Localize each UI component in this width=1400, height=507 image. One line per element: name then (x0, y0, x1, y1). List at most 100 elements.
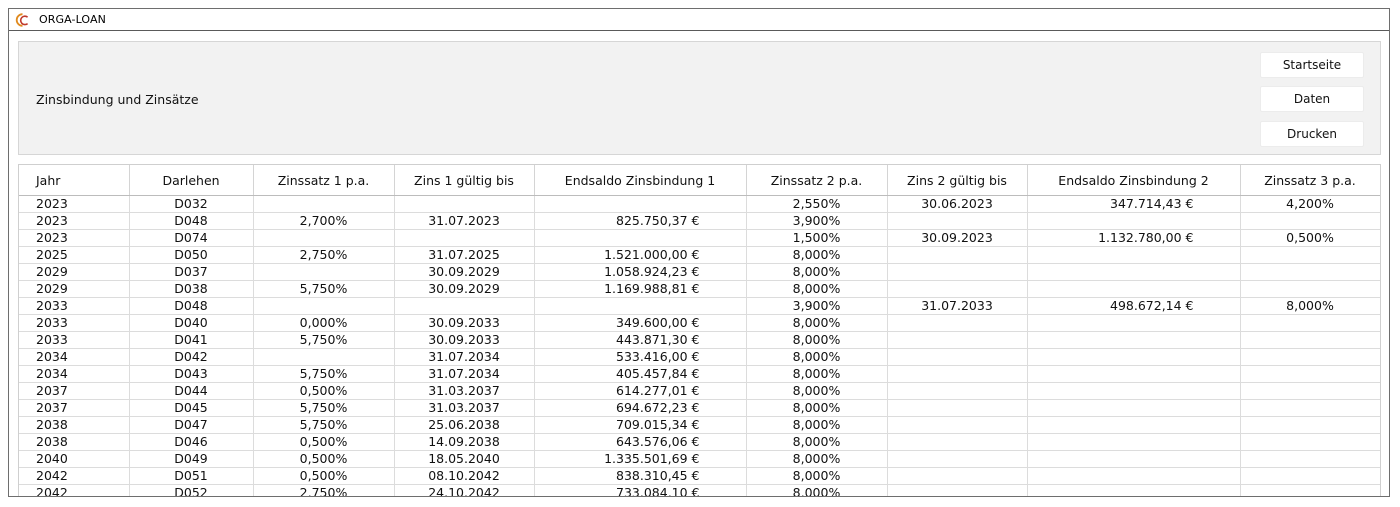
cell-zinssatz-3 (1240, 484, 1380, 496)
cell-zinssatz-3 (1240, 212, 1380, 230)
cell-endsaldo-zinsbindung-1: 643.576,06 € (534, 433, 747, 451)
table-row[interactable]: 2023 D074 1,500% 30.09.2023 1.132.780,00 €0,… (19, 229, 1380, 247)
cell-zins-1-gueltig-bis: 18.05.2040 (394, 450, 535, 468)
cell-zins-1-gueltig-bis (394, 229, 535, 247)
cell-endsaldo-zinsbindung-2 (1027, 467, 1241, 485)
cell-darlehen: D052 (129, 484, 254, 496)
title-bar: ORGA-LOAN (9, 9, 1389, 31)
cell-endsaldo-zinsbindung-1 (534, 229, 747, 247)
cell-endsaldo-zinsbindung-2 (1027, 365, 1241, 383)
cell-zins-2-gueltig-bis (887, 246, 1028, 264)
cell-jahr: 2038 (19, 416, 130, 434)
cell-zinssatz-1: 5,750% (253, 399, 395, 417)
column-header-zinssatz-3[interactable]: Zinssatz 3 p.a. (1240, 165, 1380, 196)
cell-zins-1-gueltig-bis: 08.10.2042 (394, 467, 535, 485)
cell-jahr: 2038 (19, 433, 130, 451)
cell-endsaldo-zinsbindung-2 (1027, 331, 1241, 349)
cell-endsaldo-zinsbindung-2 (1027, 450, 1241, 468)
cell-zins-2-gueltig-bis (887, 467, 1028, 485)
table-row[interactable]: 2034 D042 31.07.2034 533.416,00 €8,000% (19, 348, 1380, 366)
cell-darlehen: D040 (129, 314, 254, 332)
cell-zins-2-gueltig-bis (887, 484, 1028, 496)
cell-endsaldo-zinsbindung-2: 347.714,43 € (1027, 195, 1241, 213)
table-row[interactable]: 2033 D040 0,000% 30.09.2033 349.600,00 €8,00… (19, 314, 1380, 332)
table-row[interactable]: 2033 D048 3,900% 31.07.2033 498.672,14 €8,00… (19, 297, 1380, 315)
cell-jahr: 2042 (19, 467, 130, 485)
cell-zins-2-gueltig-bis (887, 382, 1028, 400)
cell-zinssatz-2: 3,900% (746, 212, 888, 230)
cell-endsaldo-zinsbindung-2: 1.132.780,00 € (1027, 229, 1241, 247)
cell-zins-2-gueltig-bis: 31.07.2033 (887, 297, 1028, 315)
table-row[interactable]: 2033 D041 5,750% 30.09.2033 443.871,30 €8,00… (19, 331, 1380, 349)
table-row[interactable]: 2038 D046 0,500% 14.09.2038 643.576,06 €8,00… (19, 433, 1380, 451)
cell-darlehen: D048 (129, 212, 254, 230)
cell-endsaldo-zinsbindung-2 (1027, 348, 1241, 366)
table-row[interactable]: 2029 D037 30.09.2029 1.058.924,23 €8,000% (19, 263, 1380, 281)
cell-zins-1-gueltig-bis: 30.09.2033 (394, 331, 535, 349)
cell-endsaldo-zinsbindung-2 (1027, 280, 1241, 298)
column-header-endsaldo-zinsbindung-2[interactable]: Endsaldo Zinsbindung 2 (1027, 165, 1241, 196)
cell-zinssatz-3 (1240, 450, 1380, 468)
cell-zins-1-gueltig-bis: 31.03.2037 (394, 382, 535, 400)
cell-jahr: 2023 (19, 212, 130, 230)
table-row[interactable]: 2037 D044 0,500% 31.03.2037 614.277,01 €8,00… (19, 382, 1380, 400)
cell-zins-1-gueltig-bis: 30.09.2029 (394, 280, 535, 298)
cell-darlehen: D045 (129, 399, 254, 417)
cell-darlehen: D044 (129, 382, 254, 400)
cell-zinssatz-1: 5,750% (253, 280, 395, 298)
cell-darlehen: D042 (129, 348, 254, 366)
cell-zinssatz-2: 8,000% (746, 399, 888, 417)
column-header-endsaldo-zinsbindung-1[interactable]: Endsaldo Zinsbindung 1 (534, 165, 747, 196)
column-header-zinssatz-2[interactable]: Zinssatz 2 p.a. (746, 165, 888, 196)
cell-zinssatz-1: 5,750% (253, 331, 395, 349)
table-row[interactable]: 2023 D048 2,700% 31.07.2023 825.750,37 €3,90… (19, 212, 1380, 230)
table-row[interactable]: 2038 D047 5,750% 25.06.2038 709.015,34 €8,00… (19, 416, 1380, 434)
cell-zinssatz-1 (253, 263, 395, 281)
cell-zinssatz-1 (253, 348, 395, 366)
cell-zinssatz-3 (1240, 433, 1380, 451)
table-row[interactable]: 2040 D049 0,500% 18.05.2040 1.335.501,69 €8,… (19, 450, 1380, 468)
cell-zins-1-gueltig-bis: 25.06.2038 (394, 416, 535, 434)
cell-zinssatz-2: 8,000% (746, 314, 888, 332)
table-row[interactable]: 2029 D038 5,750% 30.09.2029 1.169.988,81 €8,… (19, 280, 1380, 298)
cell-zins-2-gueltig-bis (887, 399, 1028, 417)
table-row[interactable]: 2034 D043 5,750% 31.07.2034 405.457,84 €8,00… (19, 365, 1380, 383)
cell-endsaldo-zinsbindung-2 (1027, 399, 1241, 417)
cell-jahr: 2042 (19, 484, 130, 496)
cell-endsaldo-zinsbindung-1: 1.169.988,81 € (534, 280, 747, 298)
daten-button[interactable]: Daten (1260, 86, 1364, 112)
cell-endsaldo-zinsbindung-1: 1.335.501,69 € (534, 450, 747, 468)
cell-jahr: 2037 (19, 399, 130, 417)
column-header-zinssatz-1[interactable]: Zinssatz 1 p.a. (253, 165, 395, 196)
column-header-zins-1-gueltig-bis[interactable]: Zins 1 gültig bis (394, 165, 535, 196)
cell-zins-1-gueltig-bis: 24.10.2042 (394, 484, 535, 496)
drucken-button[interactable]: Drucken (1260, 121, 1364, 147)
column-header-darlehen[interactable]: Darlehen (129, 165, 254, 196)
cell-darlehen: D047 (129, 416, 254, 434)
cell-zinssatz-2: 8,000% (746, 348, 888, 366)
startseite-button[interactable]: Startseite (1260, 52, 1364, 78)
table-row[interactable]: 2042 D051 0,500% 08.10.2042 838.310,45 €8,00… (19, 467, 1380, 485)
column-header-jahr[interactable]: Jahr (19, 165, 130, 196)
cell-zinssatz-3 (1240, 416, 1380, 434)
cell-zinssatz-2: 8,000% (746, 450, 888, 468)
table-row[interactable]: 2042 D052 2,750% 24.10.2042 733.084,10 €8,00… (19, 484, 1380, 496)
table-row[interactable]: 2025 D050 2,750% 31.07.2025 1.521.000,00 €8,… (19, 246, 1380, 264)
cell-endsaldo-zinsbindung-1: 733.084,10 € (534, 484, 747, 496)
data-grid: Jahr Darlehen Zinssatz 1 p.a. Zins 1 gül… (19, 165, 1380, 496)
interest-rate-table[interactable]: Jahr Darlehen Zinssatz 1 p.a. Zins 1 gül… (18, 164, 1381, 496)
cell-endsaldo-zinsbindung-2 (1027, 263, 1241, 281)
cell-zins-1-gueltig-bis: 31.07.2023 (394, 212, 535, 230)
cell-zinssatz-2: 2,550% (746, 195, 888, 213)
cell-zinssatz-3 (1240, 246, 1380, 264)
cell-zins-1-gueltig-bis: 31.03.2037 (394, 399, 535, 417)
cell-endsaldo-zinsbindung-2: 498.672,14 € (1027, 297, 1241, 315)
cell-zinssatz-2: 8,000% (746, 433, 888, 451)
column-header-zins-2-gueltig-bis[interactable]: Zins 2 gültig bis (887, 165, 1028, 196)
cell-zinssatz-1 (253, 297, 395, 315)
table-row[interactable]: 2023 D032 2,550% 30.06.2023 347.714,43 €4,20… (19, 195, 1380, 213)
cell-darlehen: D046 (129, 433, 254, 451)
cell-endsaldo-zinsbindung-1: 1.058.924,23 € (534, 263, 747, 281)
table-row[interactable]: 2037 D045 5,750% 31.03.2037 694.672,23 €8,00… (19, 399, 1380, 417)
cell-darlehen: D038 (129, 280, 254, 298)
